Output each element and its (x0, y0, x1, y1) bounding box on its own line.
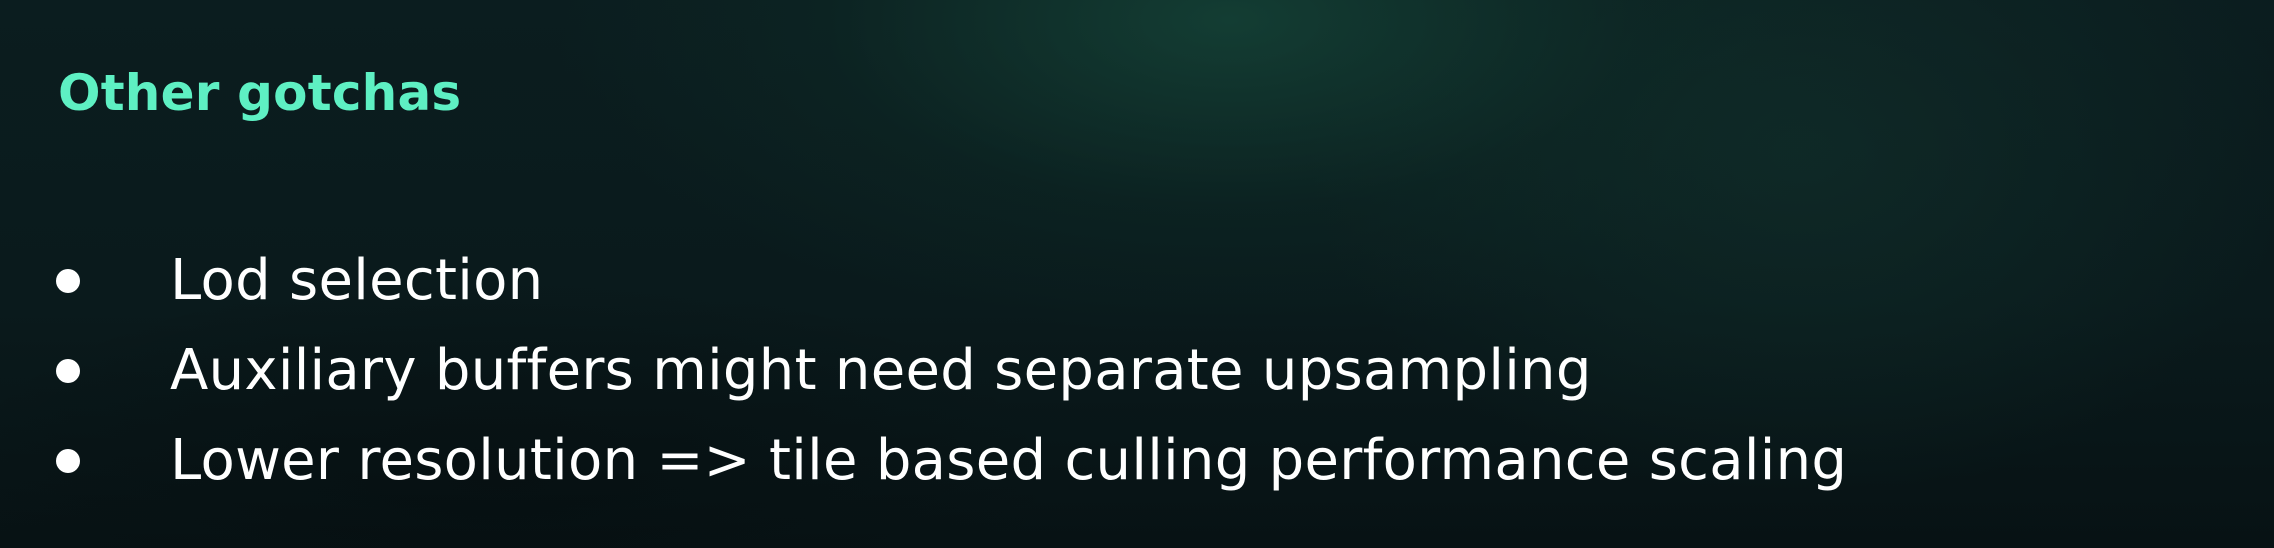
bullet-dot-icon (56, 269, 80, 293)
list-item: Lod selection (56, 236, 1847, 326)
list-item: Auxiliary buffers might need separate up… (56, 326, 1847, 416)
bullet-text: Lower resolution => tile based culling p… (170, 428, 1848, 493)
slide-title: Other gotchas (58, 64, 462, 122)
list-item: Lower resolution => tile based culling p… (56, 416, 1847, 506)
bullet-text: Auxiliary buffers might need separate up… (170, 338, 1592, 403)
bullet-dot-icon (56, 359, 80, 383)
bullet-list: Lod selection Auxiliary buffers might ne… (56, 236, 1847, 506)
bullet-dot-icon (56, 449, 80, 473)
bullet-text: Lod selection (170, 248, 544, 313)
slide: Other gotchas Lod selection Auxiliary bu… (0, 0, 2274, 548)
